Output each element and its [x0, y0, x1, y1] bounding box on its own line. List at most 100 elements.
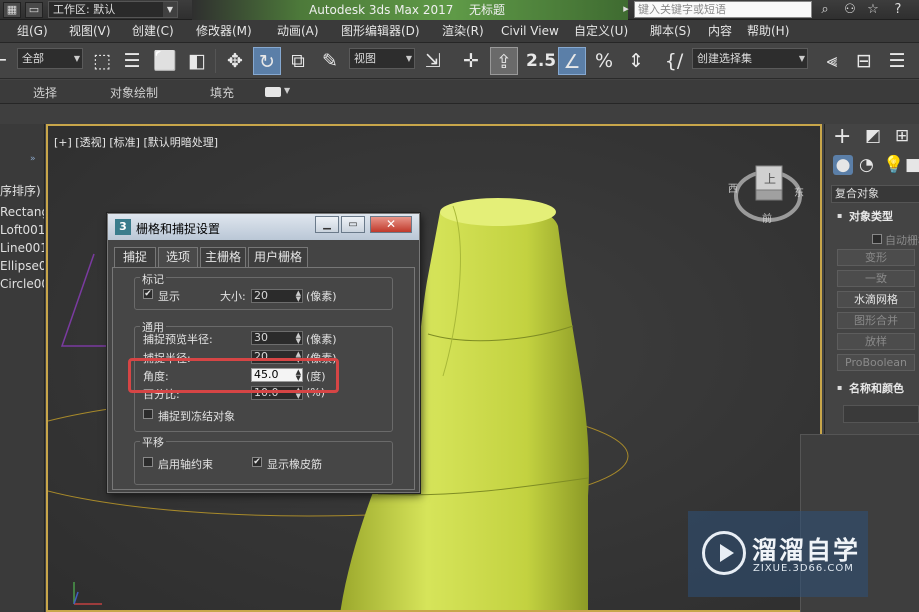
auto-grid-checkbox[interactable]: [872, 234, 882, 244]
reference-coordinate-dropdown[interactable]: 视图 ▼: [349, 48, 415, 69]
keyboard-shortcut-override-icon[interactable]: ⇪: [490, 47, 518, 75]
user-group-icon[interactable]: ⚇: [840, 1, 860, 19]
conform-button[interactable]: 一致: [837, 270, 915, 287]
viewport-label[interactable]: [+] [透视] [标准] [默认明暗处理]: [54, 134, 218, 150]
ribbon-tab-populate[interactable]: 填充: [210, 84, 234, 101]
select-object-icon[interactable]: ⬚: [88, 47, 116, 75]
sort-header[interactable]: 序排序): [0, 182, 41, 199]
rubberband-checkbox[interactable]: ✔: [252, 457, 262, 467]
display-checkbox[interactable]: ✔: [143, 289, 153, 299]
menu-modifiers[interactable]: 修改器(M): [196, 23, 252, 40]
axis-constraint-checkbox[interactable]: [143, 457, 153, 467]
size-label: 大小:: [220, 290, 246, 303]
align-icon[interactable]: ⊟: [850, 47, 878, 75]
create-tab-icon[interactable]: +: [833, 124, 851, 149]
rollout-collapse-icon[interactable]: ▪: [837, 383, 842, 392]
ribbon-tab-object-paint[interactable]: 对象绘制: [110, 84, 158, 101]
menu-view[interactable]: 视图(V): [69, 23, 111, 40]
scene-item[interactable]: Line001: [0, 241, 44, 255]
search-input[interactable]: 键入关键字或短语: [634, 1, 812, 18]
ribbon-options-icon[interactable]: [265, 87, 281, 97]
binoculars-icon[interactable]: ⌕: [815, 1, 835, 19]
size-spinner[interactable]: 20 ▲ ▼: [251, 289, 303, 303]
window-icon[interactable]: ▭: [25, 2, 43, 18]
snap-to-frozen-checkbox[interactable]: [143, 409, 153, 419]
proboolean-button[interactable]: ProBoolean: [837, 354, 915, 371]
move-icon[interactable]: ✥: [221, 47, 249, 75]
menu-graph-editors[interactable]: 图形编辑器(D): [341, 23, 420, 40]
scale-icon[interactable]: ⧉: [284, 47, 312, 75]
play-logo-icon: [702, 531, 746, 575]
tab-options[interactable]: 选项: [158, 247, 198, 268]
shapemerge-button[interactable]: 图形合并: [837, 312, 915, 329]
object-name-field[interactable]: [843, 405, 919, 423]
menu-create[interactable]: 创建(C): [132, 23, 174, 40]
tab-snaps[interactable]: 捕捉: [114, 247, 156, 267]
viewcube-top-label[interactable]: 上: [764, 170, 776, 187]
category-dropdown[interactable]: 复合对象: [831, 185, 919, 203]
spinner-arrows-icon[interactable]: ▲ ▼: [296, 332, 301, 345]
named-selection-set-dropdown[interactable]: 创建选择集 ▼: [692, 48, 808, 69]
tab-home-grid[interactable]: 主栅格: [200, 247, 246, 267]
viewcube-east-label[interactable]: 东: [794, 184, 804, 199]
viewcube[interactable]: 上 前 东 西: [728, 154, 806, 230]
loft-button[interactable]: 放样: [837, 333, 915, 350]
arrow-right-icon[interactable]: ▸: [620, 2, 632, 18]
menu-help[interactable]: 帮助(H): [747, 23, 789, 40]
scene-item[interactable]: Circle00: [0, 277, 44, 291]
scene-explorer: » 序排序) Rectang Loft001 Line001 Ellipse00…: [0, 124, 45, 612]
place-icon[interactable]: ✎: [316, 47, 344, 75]
lights-icon[interactable]: 💡: [883, 155, 904, 175]
menu-customize[interactable]: 自定义(U): [574, 23, 628, 40]
viewcube-front-label[interactable]: 前: [762, 210, 772, 225]
object-type-rollout[interactable]: 对象类型: [849, 208, 919, 226]
mirror-icon[interactable]: ⫷: [818, 47, 846, 75]
maximize-button[interactable]: ▭: [341, 216, 365, 233]
viewcube-west-label[interactable]: 西: [728, 180, 738, 195]
minimize-button[interactable]: ▁: [315, 216, 339, 233]
workspace-dropdown[interactable]: 工作区: 默认 ▼: [48, 1, 178, 18]
shapes-icon[interactable]: ◔: [859, 155, 874, 175]
window-crossing-icon[interactable]: ◧: [183, 47, 211, 75]
rotate-icon[interactable]: ↻: [253, 47, 281, 75]
select-by-name-icon[interactable]: ☰: [118, 47, 146, 75]
percent-snap-icon[interactable]: %: [590, 47, 618, 75]
scene-item[interactable]: Rectang: [0, 205, 44, 219]
ribbon-tab-selection[interactable]: 选择: [33, 84, 57, 101]
close-button[interactable]: ✕: [370, 216, 412, 233]
menu-scripting[interactable]: 脚本(S): [650, 23, 691, 40]
angle-snap-icon[interactable]: ∠: [558, 47, 586, 75]
tab-user-grids[interactable]: 用户栅格: [248, 247, 308, 267]
geometry-icon[interactable]: ●: [833, 155, 853, 175]
dialog-title-bar[interactable]: 3 栅格和捕捉设置 ▁ ▭ ✕: [108, 214, 419, 240]
quick-access-icon[interactable]: ▦: [3, 2, 21, 18]
selection-filter-dropdown[interactable]: 全部 ▼: [17, 48, 83, 69]
name-color-rollout[interactable]: 名称和颜色: [849, 380, 919, 398]
menu-animation[interactable]: 动画(A): [277, 23, 319, 40]
menu-group[interactable]: 组(G): [17, 23, 48, 40]
cameras-icon[interactable]: ■: [905, 155, 919, 175]
help-icon[interactable]: ?: [888, 1, 908, 19]
edit-named-selection-icon[interactable]: {/: [660, 47, 688, 75]
morph-button[interactable]: 变形: [837, 249, 915, 266]
spinner-arrows-icon[interactable]: ▲ ▼: [296, 290, 301, 303]
menu-content[interactable]: 内容: [708, 23, 732, 40]
pivot-center-icon[interactable]: ⇲: [419, 47, 447, 75]
expand-icon[interactable]: »: [30, 154, 36, 164]
hierarchy-tab-icon[interactable]: ⊞: [895, 126, 909, 146]
scene-item[interactable]: Ellipse00: [0, 259, 44, 273]
menu-rendering[interactable]: 渲染(R): [442, 23, 484, 40]
star-icon[interactable]: ☆: [863, 1, 883, 19]
select-manipulate-icon[interactable]: ✛: [457, 47, 485, 75]
menu-civil-view[interactable]: Civil View: [501, 23, 559, 40]
layer-explorer-icon[interactable]: ☰: [883, 47, 911, 75]
scene-item[interactable]: Loft001: [0, 223, 44, 237]
link-icon[interactable]: ⌐: [0, 47, 8, 75]
rollout-collapse-icon[interactable]: ▪: [837, 211, 842, 220]
spinner-snap-icon[interactable]: ⇕: [622, 47, 650, 75]
rectangular-selection-icon[interactable]: ⬜: [151, 47, 179, 75]
blobmesh-button[interactable]: 水滴网格: [837, 291, 915, 308]
snaps-toggle-button[interactable]: 2.5: [526, 47, 556, 75]
modify-tab-icon[interactable]: ◩: [865, 126, 881, 146]
preview-radius-spinner[interactable]: 30 ▲ ▼: [251, 331, 303, 345]
